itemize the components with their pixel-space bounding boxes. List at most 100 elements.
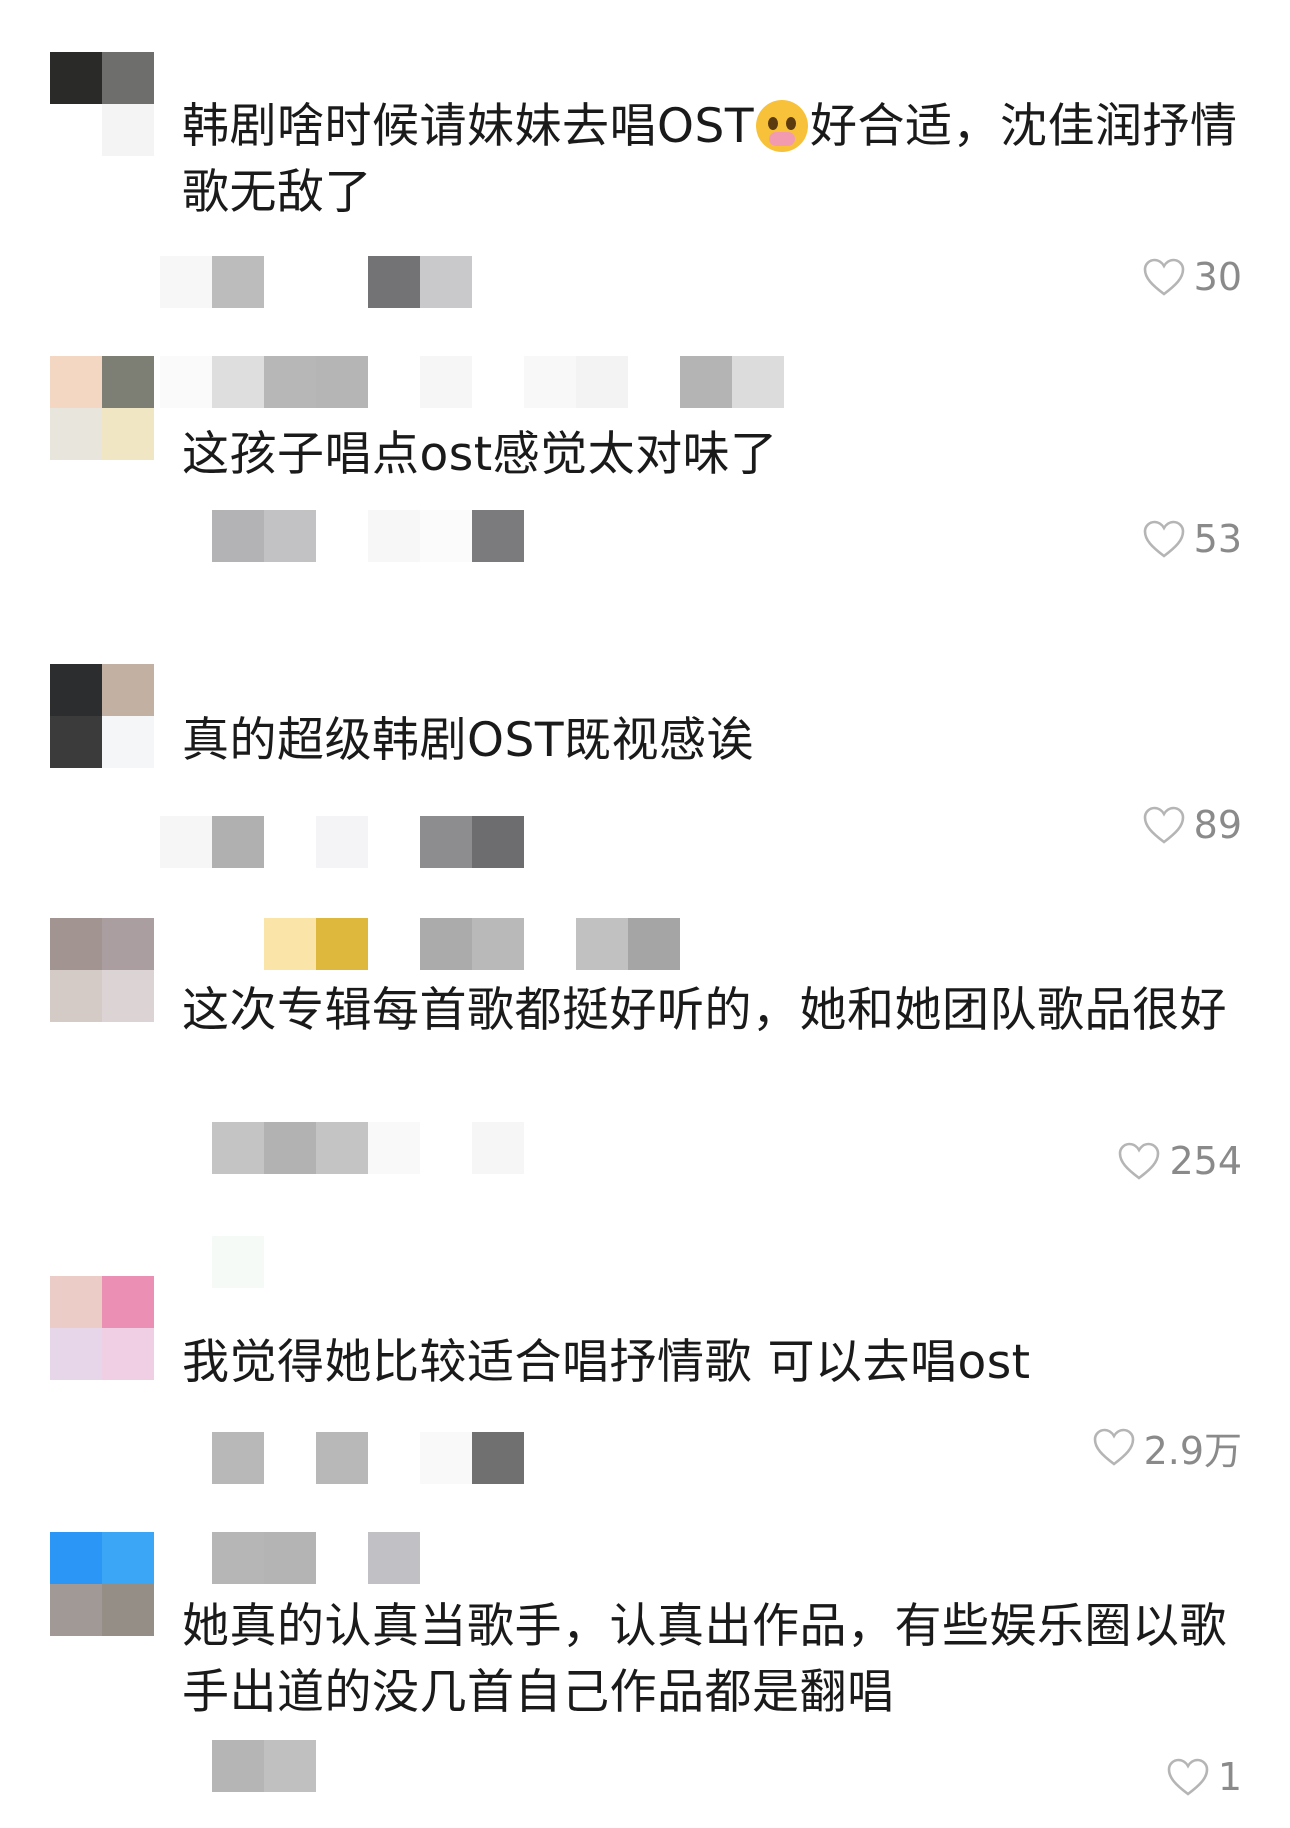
comment-text-part: 这次专辑每首歌都挺好听的，她和她团队歌品很好 [182,983,1227,1038]
username-pixel [264,1532,316,1584]
username-pixel [212,1236,264,1288]
avatar[interactable] [50,664,154,768]
like-button[interactable]: 1 [1166,1752,1242,1802]
meta-pixel [420,1432,472,1484]
avatar[interactable] [50,52,154,156]
meta-pixel [160,1740,212,1792]
username-pixel [160,918,212,970]
avatar-pixel [50,104,102,156]
meta-pixel [472,816,524,868]
comment-meta [160,1740,316,1792]
like-count: 53 [1193,517,1242,561]
comment-text-part: 韩剧啥时候请妹妹去唱OST [182,99,755,154]
heart-icon [1119,1142,1160,1180]
like-button[interactable]: 53 [1142,514,1242,564]
comment-meta [160,816,524,868]
comment-text: 这孩子唱点ost感觉太对味了 [182,422,1262,488]
meta-pixel [160,1432,212,1484]
username-pixel [472,356,524,408]
username-pixel [368,918,420,970]
meta-pixel [316,1432,368,1484]
username-pixel [316,356,368,408]
username[interactable] [160,1236,316,1288]
meta-pixel [420,1122,472,1174]
username-pixel [160,356,212,408]
avatar-pixel [50,970,102,1022]
username-pixel [576,918,628,970]
meta-pixel [212,256,264,308]
like-button[interactable]: 2.9万 [1092,1422,1242,1473]
comment-text-part: 我觉得她比较适合唱抒情歌 可以去唱ost [182,1335,1031,1390]
meta-pixel [472,510,524,562]
meta-pixel [212,816,264,868]
comment-meta [160,1432,524,1484]
comment-text: 这次专辑每首歌都挺好听的，她和她团队歌品很好 [182,978,1242,1044]
like-button[interactable]: 89 [1142,800,1242,850]
avatar[interactable] [50,918,154,1022]
username-pixel [212,1532,264,1584]
avatar-pixel [50,1532,102,1584]
comment-meta [160,1122,524,1174]
username-pixel [212,356,264,408]
meta-pixel [264,1122,316,1174]
meta-pixel [472,1432,524,1484]
meta-pixel [420,816,472,868]
avatar-pixel [50,1276,102,1328]
meta-pixel [160,816,212,868]
comment-text: 韩剧啥时候请妹妹去唱OST 好合适，沈佳润抒情歌无敌了 [182,94,1257,226]
username-pixel [732,356,784,408]
avatar-pixel [102,1584,154,1636]
meta-pixel [316,256,368,308]
avatar-pixel [50,408,102,460]
comment-text-part: 她真的认真当歌手，认真出作品，有些娱乐圈以歌手出道的没几首自己作品都是翻唱 [182,1599,1227,1720]
avatar-pixel [102,664,154,716]
avatar-pixel [102,1276,154,1328]
like-count: 1 [1217,1755,1242,1799]
heart-icon [1143,520,1184,558]
avatar-pixel [50,1584,102,1636]
avatar-pixel [102,104,154,156]
heart-icon [1093,1428,1134,1466]
meta-pixel [420,510,472,562]
like-count: 2.9万 [1143,1428,1242,1473]
like-button[interactable]: 30 [1142,252,1242,302]
avatar-pixel [102,408,154,460]
meta-pixel [264,1432,316,1484]
avatar-pixel [102,918,154,970]
meta-pixel [160,1122,212,1174]
meta-pixel [368,256,420,308]
username-pixel [264,356,316,408]
meta-pixel [212,1740,264,1792]
avatar[interactable] [50,356,154,460]
like-count: 30 [1193,255,1242,299]
comment-text-part: 这孩子唱点ost感觉太对味了 [182,427,778,482]
username-pixel [576,356,628,408]
username[interactable] [160,356,784,408]
username[interactable] [160,1532,420,1584]
comment-text: 她真的认真当歌手，认真出作品，有些娱乐圈以歌手出道的没几首自己作品都是翻唱 [182,1594,1242,1726]
meta-pixel [316,1122,368,1174]
avatar[interactable] [50,1532,154,1636]
username-pixel [472,918,524,970]
meta-pixel [472,1122,524,1174]
comment-text: 我觉得她比较适合唱抒情歌 可以去唱ost [182,1330,1262,1396]
like-button[interactable]: 254 [1117,1136,1242,1186]
username-pixel [264,918,316,970]
username-pixel [160,1236,212,1288]
username-pixel [628,356,680,408]
avatar-pixel [50,356,102,408]
avatar[interactable] [50,1276,154,1380]
heart-icon [1143,258,1184,296]
meta-pixel [264,1740,316,1792]
meta-pixel [316,816,368,868]
avatar-pixel [102,1532,154,1584]
avatar-pixel [102,52,154,104]
avatar-pixel [50,1328,102,1380]
like-count: 89 [1193,803,1242,847]
comment-text: 真的超级韩剧OST既视感诶 [182,708,1262,774]
meta-pixel [368,816,420,868]
username[interactable] [160,918,680,970]
like-count: 254 [1169,1139,1242,1183]
meta-pixel [160,256,212,308]
meta-pixel [212,1122,264,1174]
